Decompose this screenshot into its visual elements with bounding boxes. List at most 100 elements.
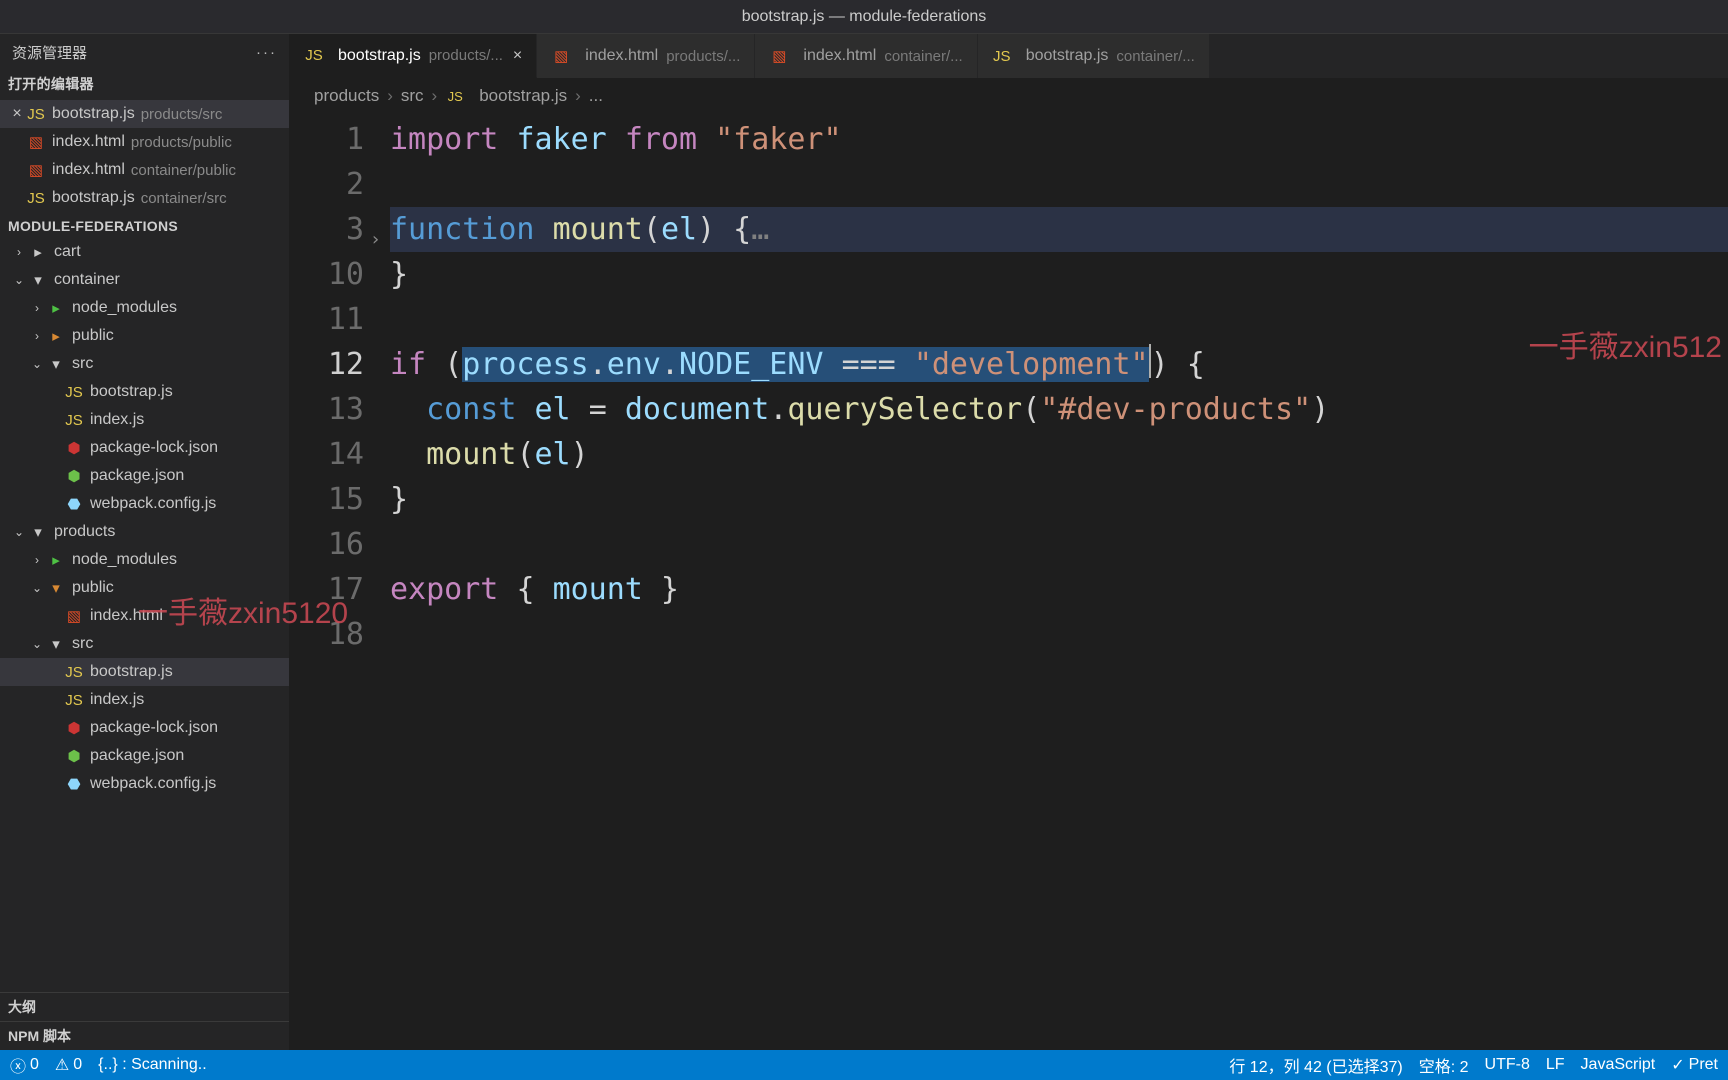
chevron-icon: ›: [28, 553, 46, 567]
tree-item[interactable]: ⌄ ▾ src: [0, 630, 289, 658]
html-icon: ▧: [551, 47, 571, 65]
open-editor-item[interactable]: ▧ index.html products/public: [0, 128, 289, 156]
folder-green-icon: ▸: [46, 299, 66, 317]
tree-item[interactable]: › ▸ node_modules: [0, 294, 289, 322]
fold-icon[interactable]: ›: [370, 217, 381, 262]
tree-item[interactable]: ⬢ package.json: [0, 462, 289, 490]
status-spaces[interactable]: 空格: 2: [1419, 1053, 1469, 1077]
breadcrumb-separator: ›: [432, 86, 438, 106]
status-prettier[interactable]: ✓ Pret: [1671, 1055, 1718, 1075]
tree-item-name: package.json: [90, 747, 184, 765]
tree-item[interactable]: JS bootstrap.js: [0, 658, 289, 686]
status-warnings[interactable]: ⚠ 0: [55, 1055, 82, 1075]
breadcrumbs[interactable]: products › src › JS bootstrap.js ›...: [290, 79, 1728, 113]
tree-item-name: webpack.config.js: [90, 495, 216, 513]
webpack-icon: ⬣: [64, 775, 84, 793]
folder-icon: ▾: [46, 635, 66, 653]
status-language[interactable]: JavaScript: [1581, 1056, 1656, 1074]
breadcrumb-item[interactable]: products: [314, 86, 379, 106]
code-lines[interactable]: import faker from "faker" ›function moun…: [390, 117, 1728, 1050]
editor-tab[interactable]: JS bootstrap.js products/... ×: [290, 34, 537, 78]
editor-tab[interactable]: ▧ index.html products/...: [537, 34, 755, 78]
tree-item[interactable]: › ▸ node_modules: [0, 546, 289, 574]
npm-scripts-section[interactable]: NPM 脚本: [0, 1021, 289, 1050]
window-title: bootstrap.js — module-federations: [742, 8, 987, 26]
tree-item[interactable]: ▧ index.html: [0, 602, 289, 630]
folder-icon: ▾: [28, 271, 48, 289]
js-icon: JS: [26, 190, 46, 207]
code-editor[interactable]: 123101112131415161718 import faker from …: [290, 113, 1728, 1050]
chevron-icon: ⌄: [10, 273, 28, 287]
editor-tabs: JS bootstrap.js products/... ×▧ index.ht…: [290, 34, 1728, 79]
tree-item-name: node_modules: [72, 551, 177, 569]
file-path: container/src: [141, 190, 227, 207]
js-icon: JS: [445, 89, 465, 104]
html-icon: ▧: [64, 607, 84, 625]
tab-name: bootstrap.js: [338, 47, 421, 65]
open-editor-item[interactable]: × JS bootstrap.js products/src: [0, 100, 289, 128]
tree-item[interactable]: ⌄ ▾ products: [0, 518, 289, 546]
line-number: 1: [290, 117, 364, 162]
status-cursor[interactable]: 行 12，列 42 (已选择37): [1229, 1053, 1402, 1077]
editor-tab[interactable]: ▧ index.html container/...: [755, 34, 977, 78]
file-name: bootstrap.js: [52, 189, 135, 207]
breadcrumb-item[interactable]: bootstrap.js: [479, 86, 567, 106]
outline-section[interactable]: 大纲: [0, 992, 289, 1021]
tree-item[interactable]: ⬢ package.json: [0, 742, 289, 770]
line-number: 16: [290, 522, 364, 567]
open-editor-item[interactable]: JS bootstrap.js container/src: [0, 184, 289, 212]
breadcrumb-item[interactable]: ...: [589, 86, 603, 106]
tree-item[interactable]: JS index.js: [0, 686, 289, 714]
breadcrumb-separator: ›: [387, 86, 393, 106]
line-number: 18: [290, 612, 364, 657]
close-tab-icon[interactable]: ×: [513, 47, 522, 65]
tree-item-name: index.js: [90, 691, 144, 709]
breadcrumb-item[interactable]: src: [401, 86, 424, 106]
file-path: container/public: [131, 162, 236, 179]
tree-item[interactable]: ⌄ ▾ public: [0, 574, 289, 602]
close-editor-icon[interactable]: ×: [8, 105, 26, 123]
html-icon: ▧: [26, 161, 46, 179]
tab-name: index.html: [803, 47, 876, 65]
tree-item-name: products: [54, 523, 115, 541]
tree-item[interactable]: ⬢ package-lock.json: [0, 714, 289, 742]
open-editors-label[interactable]: 打开的编辑器: [0, 70, 289, 98]
line-number: 13: [290, 387, 364, 432]
file-name: bootstrap.js: [52, 105, 135, 123]
js-icon: JS: [64, 412, 84, 429]
nodejs-icon: ⬢: [64, 467, 84, 485]
tree-item[interactable]: ⬣ webpack.config.js: [0, 490, 289, 518]
project-root-label[interactable]: MODULE-FEDERATIONS: [0, 214, 289, 238]
tree-item-name: package-lock.json: [90, 439, 218, 457]
status-scanning[interactable]: {..} : Scanning..: [98, 1056, 207, 1074]
breadcrumb-separator: ›: [575, 86, 581, 106]
file-name: index.html: [52, 161, 125, 179]
editor-tab[interactable]: JS bootstrap.js container/...: [978, 34, 1210, 78]
line-number: 17: [290, 567, 364, 612]
chevron-icon: ›: [10, 245, 28, 259]
tree-item[interactable]: › ▸ cart: [0, 238, 289, 266]
file-name: index.html: [52, 133, 125, 151]
tree-item-name: webpack.config.js: [90, 775, 216, 793]
tree-item-name: bootstrap.js: [90, 383, 173, 401]
line-number: 12: [290, 342, 364, 387]
tree-item[interactable]: JS index.js: [0, 406, 289, 434]
open-editor-item[interactable]: ▧ index.html container/public: [0, 156, 289, 184]
sidebar-more-icon[interactable]: ···: [256, 44, 277, 61]
tree-item[interactable]: ⌄ ▾ container: [0, 266, 289, 294]
folder-icon: ▸: [28, 243, 48, 261]
open-editors-list: × JS bootstrap.js products/src ▧ index.h…: [0, 98, 289, 214]
tree-item-name: bootstrap.js: [90, 663, 173, 681]
status-errors[interactable]: ⓧ 0: [10, 1053, 39, 1077]
tree-item[interactable]: ⬢ package-lock.json: [0, 434, 289, 462]
folder-green-icon: ▸: [46, 551, 66, 569]
tree-item[interactable]: ⌄ ▾ src: [0, 350, 289, 378]
status-eol[interactable]: LF: [1546, 1056, 1565, 1074]
tree-item-name: src: [72, 355, 93, 373]
status-encoding[interactable]: UTF-8: [1485, 1056, 1530, 1074]
tab-path: container/...: [884, 48, 962, 65]
line-number: 14: [290, 432, 364, 477]
tree-item[interactable]: › ▸ public: [0, 322, 289, 350]
tree-item[interactable]: ⬣ webpack.config.js: [0, 770, 289, 798]
tree-item[interactable]: JS bootstrap.js: [0, 378, 289, 406]
